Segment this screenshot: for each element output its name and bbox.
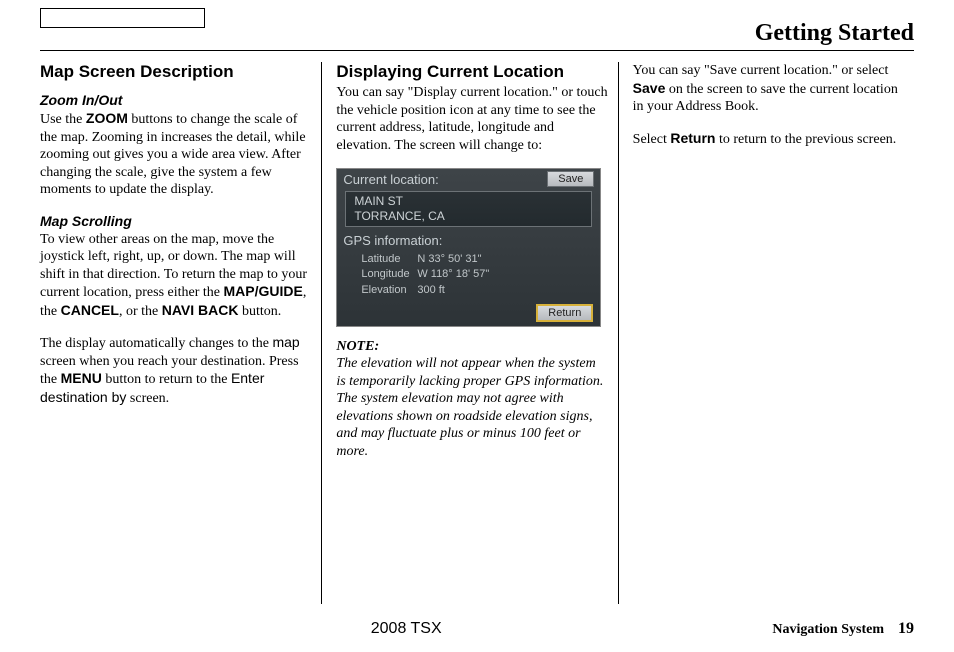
note-body: The elevation will not appear when the s… [336,355,607,460]
displaying-current-location-heading: Displaying Current Location [336,62,607,82]
top-empty-box [40,8,205,28]
map-screen-description-heading: Map Screen Description [40,62,311,82]
ss-ele-key: Elevation [347,283,417,298]
return-label: Return [670,130,715,146]
save-location-paragraph: You can say "Save current location." or … [633,62,904,116]
menu-label: MENU [61,370,102,386]
scrolling-paragraph-1: To view other areas on the map, move the… [40,231,311,321]
content-columns: Map Screen Description Zoom In/Out Use t… [40,62,914,604]
zoom-paragraph: Use the ZOOM buttons to change the scale… [40,110,311,199]
footer-system: Navigation System [772,622,884,638]
zoom-label: ZOOM [86,110,128,126]
ss-gps-info: LatitudeN 33° 50' 31" LongitudeW 118° 18… [337,250,600,302]
page-header: Getting Started [755,20,914,47]
map-scrolling-subheading: Map Scrolling [40,213,311,229]
ss-lon-key: Longitude [347,267,417,282]
map-guide-label: MAP/GUIDE [223,283,302,299]
ss-ele-val: 300 ft [417,283,445,298]
return-paragraph: Select Return to return to the previous … [633,130,904,149]
header-rule [40,50,914,51]
ss-current-location-label: Current location: [343,172,547,187]
column-1: Map Screen Description Zoom In/Out Use t… [40,62,321,604]
ss-lat-val: N 33° 50' 31" [417,252,481,267]
footer-model: 2008 TSX [40,620,772,638]
ss-gps-label: GPS information: [343,233,594,248]
ss-address-line1: MAIN ST [354,194,583,209]
ss-save-button[interactable]: Save [547,171,594,187]
ss-lat-key: Latitude [347,252,417,267]
column-2: Displaying Current Location You can say … [321,62,617,604]
zoom-subheading: Zoom In/Out [40,92,311,108]
navi-back-label: NAVI BACK [162,302,239,318]
footer: 2008 TSX Navigation System 19 [40,620,914,638]
cancel-label: CANCEL [61,302,119,318]
column-3: You can say "Save current location." or … [618,62,914,604]
map-screen-label: map [272,334,299,350]
ss-address-line2: TORRANCE, CA [354,209,583,224]
display-location-paragraph: You can say "Display current location." … [336,84,607,154]
ss-lon-val: W 118° 18' 57" [417,267,489,282]
ss-return-button[interactable]: Return [537,305,592,321]
nav-screenshot: Current location: Save MAIN ST TORRANCE,… [336,168,601,327]
footer-page: 19 [898,620,914,638]
save-label: Save [633,80,666,96]
note-heading: NOTE: [336,339,607,355]
ss-address-box: MAIN ST TORRANCE, CA [345,191,592,227]
scrolling-paragraph-2: The display automatically changes to the… [40,334,311,407]
